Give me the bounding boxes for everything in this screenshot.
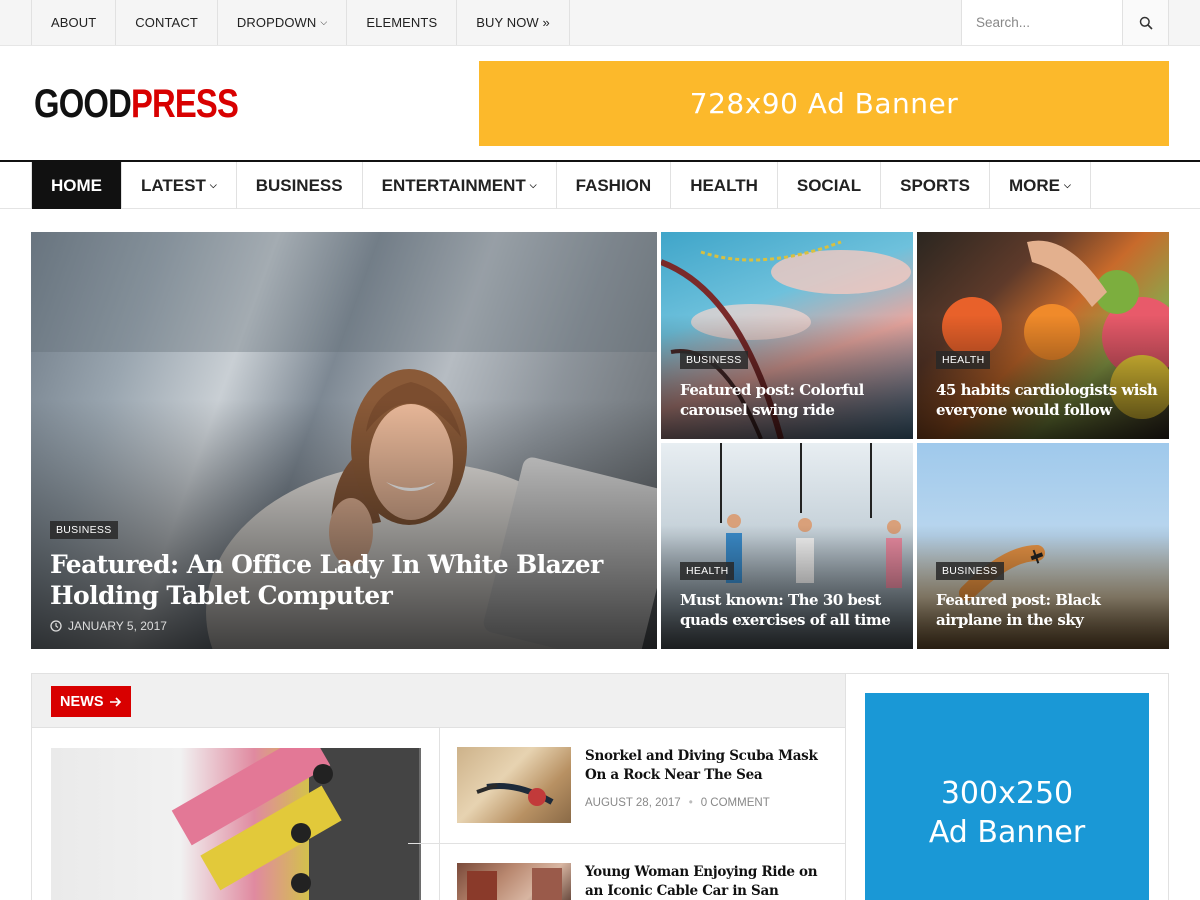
site-logo[interactable]: GOODPRESS xyxy=(34,80,239,128)
featured-card-carousel[interactable]: BUSINESS Featured post: Colorful carouse… xyxy=(661,232,913,439)
nav-item-latest[interactable]: LATEST ⌵ xyxy=(122,162,237,209)
top-nav-contact[interactable]: CONTACT xyxy=(115,0,217,45)
news-thumb[interactable] xyxy=(457,863,571,900)
nav-item-more[interactable]: MORE ⌵ xyxy=(990,162,1091,209)
snorkel-image xyxy=(476,783,554,806)
arrow-right-icon xyxy=(109,696,121,707)
ad-side-line2: Ad Banner xyxy=(928,815,1086,850)
search-button[interactable] xyxy=(1122,0,1168,45)
nav-item-sports[interactable]: SPORTS xyxy=(881,162,991,209)
top-nav-buy-now[interactable]: BUY NOW » xyxy=(456,0,570,45)
nav-item-health[interactable]: HEALTH xyxy=(671,162,778,209)
chevron-down-icon: ⌵ xyxy=(209,180,217,190)
featured-main-date: JANUARY 5, 2017 xyxy=(50,619,167,633)
top-bar: ABOUT CONTACT DROPDOWN ⌵ ELEMENTS BUY NOW… xyxy=(0,0,1200,46)
logo-part-press: PRESS xyxy=(130,82,239,126)
top-nav-label: DROPDOWN xyxy=(236,15,317,30)
top-nav-label: ABOUT xyxy=(51,15,97,30)
card-overlay xyxy=(661,314,913,439)
chevron-down-icon: ⌵ xyxy=(320,17,328,27)
search-form xyxy=(961,0,1169,45)
featured-card-airplane[interactable]: BUSINESS Featured post: Black airplane i… xyxy=(917,443,1169,649)
nav-item-label: SPORTS xyxy=(900,175,971,195)
top-nav-label: ELEMENTS xyxy=(366,15,438,30)
top-nav-dropdown[interactable]: DROPDOWN ⌵ xyxy=(216,0,346,45)
top-nav-label: BUY NOW » xyxy=(476,15,550,30)
logo-part-good: GOOD xyxy=(34,82,132,126)
date-text: JANUARY 5, 2017 xyxy=(68,619,167,633)
ad-side-text: 300x250 Ad Banner xyxy=(929,774,1085,852)
nav-item-label: HEALTH xyxy=(690,175,758,195)
news-section-label[interactable]: NEWS xyxy=(51,686,131,717)
nav-item-social[interactable]: SOCIAL xyxy=(778,162,882,209)
news-item-title[interactable]: Snorkel and Diving Scuba Mask On a Rock … xyxy=(585,747,835,785)
ad-banner-300x250[interactable]: 300x250 Ad Banner xyxy=(865,693,1149,900)
clock-icon xyxy=(50,620,62,632)
nav-item-entertainment[interactable]: ENTERTAINMENT ⌵ xyxy=(363,162,557,209)
news-thumb[interactable] xyxy=(457,747,571,823)
chevron-down-icon: ⌵ xyxy=(1064,180,1071,190)
nav-item-label: BUSINESS xyxy=(255,175,343,195)
card-title[interactable]: Featured post: Black airplane in the sky xyxy=(936,590,1161,630)
nav-item-home[interactable]: HOME xyxy=(31,162,122,209)
cable-car-image xyxy=(467,868,562,900)
meta-separator: • xyxy=(688,797,693,809)
news-item-date: AUGUST 28, 2017 xyxy=(585,797,681,809)
card-title[interactable]: Must known: The 30 best quads exercises … xyxy=(680,590,895,630)
search-icon xyxy=(1139,16,1153,30)
search-input[interactable] xyxy=(962,0,1122,45)
news-list-item[interactable]: Snorkel and Diving Scuba Mask On a Rock … xyxy=(457,747,837,827)
featured-main-overlay xyxy=(31,398,657,649)
card-overlay xyxy=(917,525,1169,649)
category-badge[interactable]: HEALTH xyxy=(936,351,991,369)
nav-item-label: FASHION xyxy=(575,175,652,195)
nav-item-fashion[interactable]: FASHION xyxy=(557,162,672,209)
category-badge[interactable]: BUSINESS xyxy=(680,351,748,369)
main-nav: HOME LATEST ⌵ BUSINESS ENTERTAINMENT ⌵ FAS… xyxy=(0,160,1200,209)
paper-rolls-image xyxy=(171,748,419,900)
category-badge[interactable]: BUSINESS xyxy=(936,562,1004,580)
news-label-text: NEWS xyxy=(60,693,104,710)
nav-item-label: LATEST xyxy=(141,175,206,195)
top-nav-label: CONTACT xyxy=(135,15,198,30)
nav-item-label: MORE xyxy=(1009,175,1061,195)
ad-banner-text: 728x90 Ad Banner xyxy=(689,87,959,120)
top-nav: ABOUT CONTACT DROPDOWN ⌵ ELEMENTS BUY NOW… xyxy=(31,0,570,45)
top-nav-about[interactable]: ABOUT xyxy=(31,0,115,45)
category-badge[interactable]: BUSINESS xyxy=(50,521,118,539)
news-section-header: NEWS xyxy=(32,674,845,728)
news-lead-image[interactable] xyxy=(51,748,421,900)
list-separator xyxy=(408,843,846,844)
nav-item-business[interactable]: BUSINESS xyxy=(237,162,363,209)
news-list-item[interactable]: Young Woman Enjoying Ride on an Iconic C… xyxy=(457,863,837,900)
column-divider xyxy=(439,728,440,900)
featured-card-fruit[interactable]: HEALTH 45 habits cardiologists wish ever… xyxy=(917,232,1169,439)
nav-item-label: SOCIAL xyxy=(796,175,862,195)
card-title[interactable]: 45 habits cardiologists wish everyone wo… xyxy=(936,380,1161,420)
news-item-comments[interactable]: 0 COMMENT xyxy=(701,797,770,809)
ad-side-line1: 300x250 xyxy=(940,776,1074,811)
featured-card-gym[interactable]: HEALTH Must known: The 30 best quads exe… xyxy=(661,443,913,649)
nav-item-label: HOME xyxy=(51,175,102,195)
news-item-title[interactable]: Young Woman Enjoying Ride on an Iconic C… xyxy=(585,863,835,900)
card-title[interactable]: Featured post: Colorful carousel swing r… xyxy=(680,380,900,420)
top-nav-elements[interactable]: ELEMENTS xyxy=(346,0,456,45)
ad-banner-728x90[interactable]: 728x90 Ad Banner xyxy=(479,61,1169,146)
category-badge[interactable]: HEALTH xyxy=(680,562,735,580)
nav-item-label: ENTERTAINMENT xyxy=(381,175,526,195)
card-overlay xyxy=(917,314,1169,439)
featured-main-title[interactable]: Featured: An Office Lady In White Blazer… xyxy=(50,549,610,611)
featured-main-card[interactable]: BUSINESS Featured: An Office Lady In Whi… xyxy=(31,232,657,649)
news-item-meta: AUGUST 28, 2017 • 0 COMMENT xyxy=(585,797,770,809)
chevron-down-icon: ⌵ xyxy=(529,180,537,190)
card-overlay xyxy=(661,525,913,649)
